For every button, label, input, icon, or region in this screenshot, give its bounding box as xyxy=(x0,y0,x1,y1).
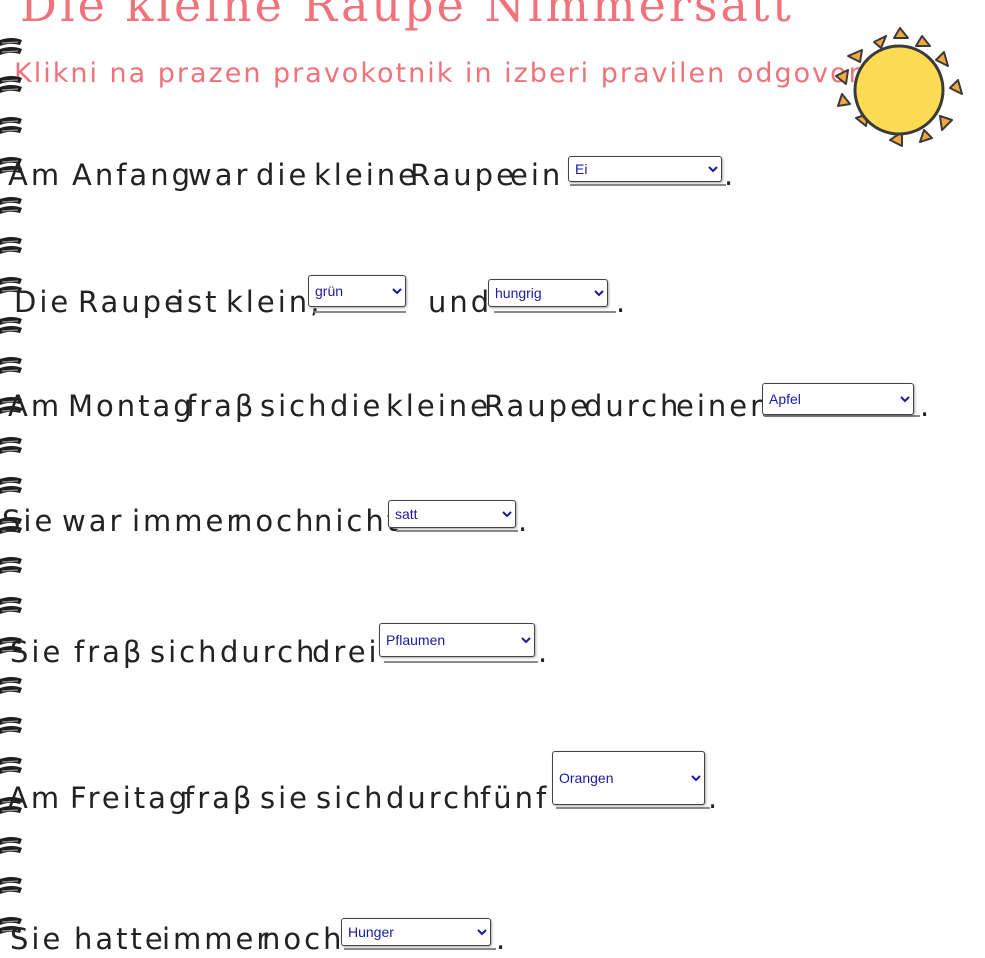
word: Raupe xyxy=(78,285,185,319)
answer-blank xyxy=(396,530,518,532)
word: immer xyxy=(162,922,272,956)
word: kleine xyxy=(314,158,419,192)
answer-select-6[interactable]: Orangen xyxy=(552,751,705,805)
period: . xyxy=(708,781,721,815)
answer-blank xyxy=(494,311,616,313)
answer-blank xyxy=(384,661,538,663)
word: Raupe xyxy=(410,158,517,192)
word: Montag xyxy=(68,389,195,423)
answer-select-7[interactable]: Hunger xyxy=(341,918,491,946)
answer-select-2a[interactable]: grün xyxy=(308,275,406,307)
word: drei xyxy=(312,635,380,669)
word: Die xyxy=(14,285,72,319)
word: sich xyxy=(316,781,386,815)
period: . xyxy=(496,922,509,956)
word: einen xyxy=(676,389,772,423)
word: durch xyxy=(584,389,682,423)
word: die xyxy=(256,158,310,192)
word: war xyxy=(188,158,251,192)
word: fraβ xyxy=(74,635,145,669)
word: kleine xyxy=(386,389,491,423)
period: . xyxy=(616,285,629,319)
word: sich xyxy=(260,389,330,423)
word: hatte xyxy=(74,922,166,956)
word: ist xyxy=(176,285,220,319)
word: Am xyxy=(8,389,63,423)
answer-blank xyxy=(570,184,726,186)
answer-blank xyxy=(556,807,710,809)
word: Raupe xyxy=(484,389,591,423)
word: Am xyxy=(8,158,63,192)
answer-select-5[interactable]: Pflaumen xyxy=(379,623,535,657)
word: immer xyxy=(132,504,242,538)
answer-select-4[interactable]: satt xyxy=(388,500,516,528)
word: Sie xyxy=(10,922,64,956)
instructions: Klikni na prazen pravokotnik in izberi p… xyxy=(14,58,870,89)
word: fraβ xyxy=(186,389,257,423)
word: sich xyxy=(150,635,220,669)
answer-blank xyxy=(314,311,406,313)
word: Sie xyxy=(2,504,56,538)
word: ein xyxy=(510,158,564,192)
answer-select-3[interactable]: Apfel xyxy=(762,383,914,415)
period: . xyxy=(518,504,531,538)
word: durch xyxy=(220,635,318,669)
answer-select-2b[interactable]: hungrig xyxy=(488,279,608,307)
word: war xyxy=(62,504,125,538)
word: sie xyxy=(260,781,311,815)
sun-icon xyxy=(835,27,963,147)
page-title: Die kleine Raupe Nimmersatt xyxy=(20,0,794,32)
answer-select-1[interactable]: Ei xyxy=(568,156,722,182)
word: noch xyxy=(234,504,317,538)
word-connector: und xyxy=(428,285,493,319)
word: fraβ xyxy=(184,781,255,815)
answer-blank xyxy=(764,415,920,417)
word: Anfang xyxy=(72,158,193,192)
word: fünf xyxy=(480,781,550,815)
period: . xyxy=(920,389,933,423)
word: die xyxy=(330,389,384,423)
word: Am xyxy=(8,781,63,815)
period: . xyxy=(538,635,551,669)
answer-blank xyxy=(344,948,496,950)
word: noch xyxy=(262,922,345,956)
word: Freitag xyxy=(70,781,191,815)
word: durch xyxy=(386,781,484,815)
word: Sie xyxy=(10,635,64,669)
period: . xyxy=(724,158,737,192)
